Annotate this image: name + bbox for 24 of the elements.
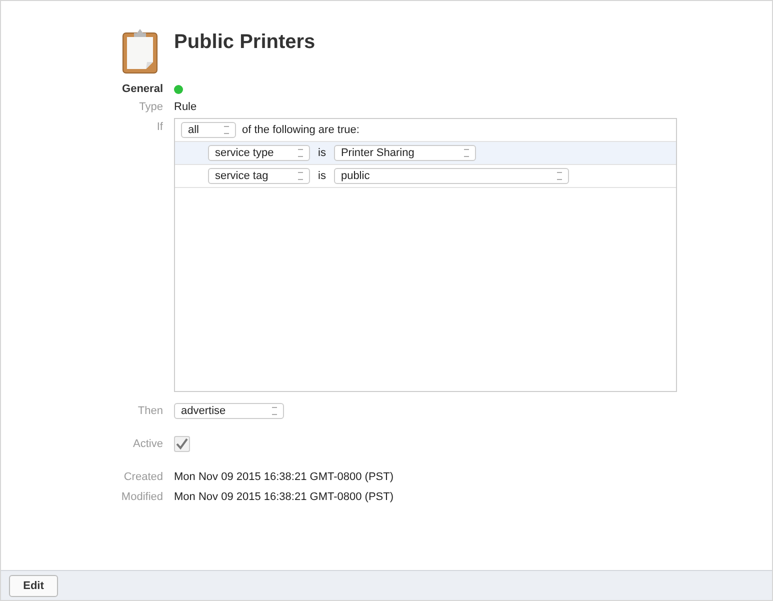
- action-select[interactable]: advertise: [174, 403, 284, 419]
- page-title: Public Printers: [174, 31, 316, 54]
- field-label: Active: [132, 438, 163, 450]
- field-label: Type: [138, 101, 163, 113]
- value-select[interactable]: public: [334, 168, 569, 184]
- rule-row[interactable]: service type is Printer Sharing: [175, 142, 676, 165]
- field-value: Mon Nov 09 2015 16:38:21 GMT-0800 (PST): [174, 471, 394, 483]
- field-select[interactable]: service tag: [208, 168, 310, 184]
- field-label: If: [156, 120, 163, 133]
- operator-text: is: [318, 147, 326, 159]
- field-value: Mon Nov 09 2015 16:38:21 GMT-0800 (PST): [174, 491, 394, 503]
- field-select[interactable]: service type: [208, 145, 310, 161]
- rule-row[interactable]: service tag is public: [175, 165, 676, 188]
- match-select[interactable]: all: [181, 122, 236, 138]
- rule-header-text: of the following are true:: [242, 124, 360, 136]
- value-select[interactable]: Printer Sharing: [334, 145, 476, 161]
- clipboard-icon: [122, 28, 158, 74]
- field-label: Then: [136, 405, 163, 417]
- edit-button[interactable]: Edit: [9, 574, 58, 596]
- field-label: Created: [122, 471, 163, 483]
- field-value: Rule: [174, 101, 197, 113]
- field-label: Modified: [120, 491, 163, 503]
- operator-text: is: [318, 170, 326, 182]
- field-label: General: [121, 83, 163, 95]
